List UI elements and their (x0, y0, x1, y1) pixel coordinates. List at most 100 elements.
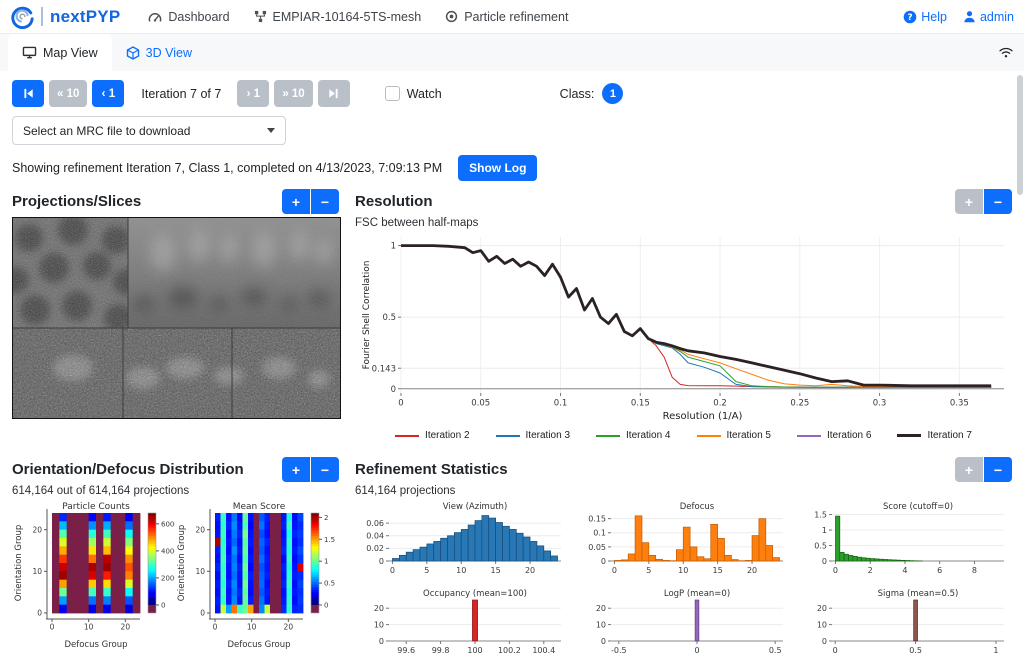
user-label: admin (980, 10, 1014, 24)
watch-checkbox[interactable] (385, 86, 400, 101)
nav-dashboard[interactable]: Dashboard (148, 10, 229, 24)
svg-text:1: 1 (994, 646, 999, 655)
projections-image (12, 217, 341, 419)
forward-1-button[interactable]: › 1 (237, 80, 269, 107)
legend-item: Iteration 6 (797, 430, 871, 441)
dashboard-icon (148, 11, 162, 23)
svg-text:10: 10 (32, 567, 42, 576)
svg-text:0: 0 (612, 566, 617, 575)
svg-text:0.04: 0.04 (366, 532, 384, 541)
zoom-out-button[interactable]: − (311, 457, 339, 482)
distribution-panel: Orientation/Defocus Distribution + − 614… (12, 451, 339, 661)
svg-text:5: 5 (646, 566, 651, 575)
distribution-title: Orientation/Defocus Distribution (12, 461, 244, 478)
legend-swatch (596, 435, 620, 437)
back-10-button[interactable]: « 10 (49, 80, 87, 107)
nav-project-label: EMPIAR-10164-5TS-mesh (273, 10, 422, 24)
legend-label: Iteration 3 (526, 430, 570, 441)
nav-project[interactable]: EMPIAR-10164-5TS-mesh (254, 10, 422, 24)
svg-text:0.5: 0.5 (768, 646, 781, 655)
svg-text:Score (cutoff=0): Score (cutoff=0) (883, 502, 953, 512)
help-link[interactable]: ? Help (903, 10, 947, 24)
svg-text:0: 0 (379, 557, 384, 566)
zoom-out-button[interactable]: − (984, 457, 1012, 482)
svg-text:0.5: 0.5 (324, 580, 335, 588)
svg-text:10: 10 (678, 566, 688, 575)
svg-text:0: 0 (822, 557, 827, 566)
logp-histogram: -0.500.501020LogP (mean=0) (577, 587, 789, 661)
svg-text:0: 0 (37, 609, 42, 618)
legend-item: Iteration 2 (395, 430, 469, 441)
tab-3d-view[interactable]: 3D View (112, 34, 206, 71)
svg-text:0.15: 0.15 (631, 399, 650, 409)
cube-icon (126, 46, 140, 60)
distribution-subtitle: 614,164 out of 614,164 projections (12, 485, 339, 497)
vertical-scrollbar[interactable] (1017, 75, 1023, 195)
svg-text:10: 10 (374, 620, 384, 629)
svg-text:0.02: 0.02 (366, 544, 384, 553)
zoom-in-button[interactable]: + (282, 457, 310, 482)
svg-text:10: 10 (595, 620, 605, 629)
svg-text:0.2: 0.2 (713, 399, 727, 409)
mrc-file-select[interactable]: Select an MRC file to download (12, 116, 286, 145)
legend-swatch (496, 435, 520, 437)
zoom-in-button[interactable]: + (955, 189, 983, 214)
svg-text:0: 0 (213, 623, 218, 632)
svg-text:0.5: 0.5 (382, 313, 396, 323)
nav-block-label: Particle refinement (464, 10, 568, 24)
svg-text:Fourier Shell Correlation: Fourier Shell Correlation (362, 261, 372, 370)
legend-label: Iteration 4 (626, 430, 670, 441)
svg-text:0.1: 0.1 (593, 529, 606, 538)
skip-first-icon (22, 87, 35, 100)
fsc-legend: Iteration 2 Iteration 3 Iteration 4 Iterati… (355, 430, 1012, 441)
back-1-button[interactable]: ‹ 1 (92, 80, 124, 107)
user-link[interactable]: admin (963, 10, 1014, 24)
svg-text:0: 0 (833, 566, 838, 575)
view-azimuth-histogram: 0510152000.020.040.06View (Azimuth) (355, 499, 567, 583)
class-label: Class: (560, 87, 595, 101)
svg-text:0.143: 0.143 (372, 364, 396, 374)
svg-text:0.5: 0.5 (910, 646, 923, 655)
svg-text:0.05: 0.05 (471, 399, 490, 409)
svg-text:Defocus Group: Defocus Group (227, 640, 290, 650)
zoom-out-button[interactable]: − (311, 189, 339, 214)
svg-text:15: 15 (491, 566, 501, 575)
zoom-in-button[interactable]: + (955, 457, 983, 482)
svg-text:Resolution (1/A): Resolution (1/A) (663, 411, 743, 422)
legend-label: Iteration 5 (727, 430, 771, 441)
svg-text:0.06: 0.06 (366, 519, 384, 528)
fsc-subtitle: FSC between half-maps (355, 217, 1012, 229)
statistics-subtitle: 614,164 projections (355, 485, 1012, 497)
first-iteration-button[interactable] (12, 80, 44, 107)
zoom-in-button[interactable]: + (282, 189, 310, 214)
class-badge[interactable]: 1 (602, 83, 623, 104)
forward-10-button[interactable]: » 10 (274, 80, 312, 107)
svg-text:2000: 2000 (161, 574, 175, 582)
brand[interactable]: nextPYP (10, 5, 120, 29)
svg-text:5: 5 (424, 566, 429, 575)
projections-title: Projections/Slices (12, 193, 141, 210)
show-log-button[interactable]: Show Log (458, 155, 537, 181)
zoom-out-button[interactable]: − (984, 189, 1012, 214)
svg-text:0: 0 (379, 637, 384, 646)
nav-block[interactable]: Particle refinement (445, 10, 568, 24)
caret-down-icon (267, 128, 275, 133)
svg-text:View (Azimuth): View (Azimuth) (443, 502, 508, 512)
svg-text:0.3: 0.3 (873, 399, 887, 409)
svg-text:Mean Score: Mean Score (233, 502, 286, 512)
svg-text:Occupancy (mean=100): Occupancy (mean=100) (423, 589, 527, 599)
panels-row-2: Orientation/Defocus Distribution + − 614… (0, 451, 1024, 661)
svg-text:10: 10 (84, 623, 94, 632)
tab-map-view[interactable]: Map View (8, 34, 112, 71)
svg-text:99.6: 99.6 (397, 646, 415, 655)
svg-text:2: 2 (868, 566, 873, 575)
target-icon (445, 10, 458, 23)
svg-text:10: 10 (817, 620, 827, 629)
occupancy-histogram: 99.699.8100100.2100.401020Occupancy (mea… (355, 587, 567, 661)
panels-row-1: Projections/Slices + − (0, 183, 1024, 441)
svg-text:Sigma (mean=0.5): Sigma (mean=0.5) (878, 589, 959, 599)
svg-text:-0.5: -0.5 (611, 646, 627, 655)
distribution-zoom-controls: + − (282, 457, 339, 482)
last-iteration-button[interactable] (318, 80, 350, 107)
svg-text:100.2: 100.2 (498, 646, 521, 655)
